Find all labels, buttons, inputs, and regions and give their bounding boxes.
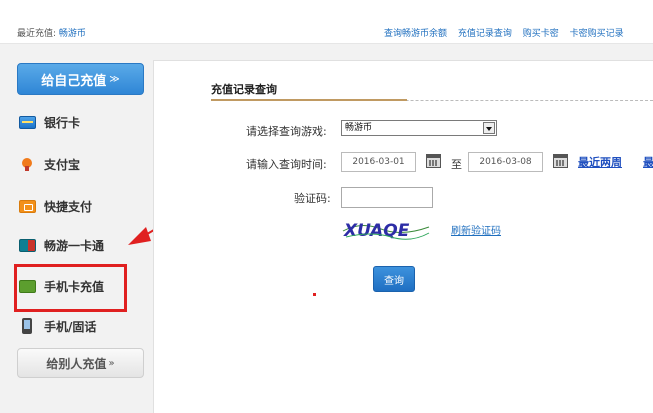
sidebar-item-bank-card[interactable]: 银行卡 bbox=[19, 110, 80, 134]
chevron-right-icon: » bbox=[108, 357, 115, 369]
sidebar-item-phone[interactable]: 手机/固话 bbox=[19, 314, 96, 338]
recharge-self-label: 给自己充值 bbox=[41, 73, 107, 89]
calendar-icon[interactable] bbox=[426, 154, 441, 168]
chevron-down-icon: ≫ bbox=[109, 73, 120, 85]
quick-range-link[interactable]: 最 bbox=[643, 154, 653, 170]
captcha-image[interactable]: XUAQE bbox=[341, 217, 431, 241]
sidebar-item-label: 手机/固话 bbox=[44, 319, 97, 334]
sidebar-item-label: 畅游一卡通 bbox=[44, 238, 105, 253]
link-buy-card[interactable]: 购买卡密 bbox=[523, 29, 559, 39]
recent-recharge-label: 最近充值: bbox=[17, 29, 57, 39]
recharge-self-button[interactable]: 给自己充值 ≫ bbox=[17, 63, 144, 95]
bank-card-icon bbox=[19, 115, 36, 129]
alipay-icon bbox=[19, 157, 36, 171]
query-button[interactable]: 查询 bbox=[373, 266, 415, 292]
recent-recharge-link[interactable]: 畅游币 bbox=[59, 29, 86, 39]
recent-recharge: 最近充值: 畅游币 bbox=[17, 26, 86, 39]
link-recharge-records[interactable]: 充值记录查询 bbox=[458, 29, 512, 39]
red-dot-marker bbox=[313, 293, 316, 296]
sidebar-item-quick-pay[interactable]: 快捷支付 bbox=[19, 194, 92, 218]
title-underline bbox=[211, 99, 407, 101]
link-balance-query[interactable]: 查询畅游币余额 bbox=[384, 29, 447, 39]
sidebar-item-label: 银行卡 bbox=[44, 115, 81, 130]
link-card-purchase-records[interactable]: 卡密购买记录 bbox=[570, 29, 624, 39]
changyou-card-icon bbox=[19, 238, 36, 252]
recharge-others-label: 给别人充值 bbox=[46, 356, 107, 371]
start-date-input[interactable]: 2016-03-01 bbox=[341, 152, 416, 172]
date-separator: 至 bbox=[451, 158, 462, 171]
sidebar-item-label: 快捷支付 bbox=[44, 199, 93, 214]
sidebar-item-alipay[interactable]: 支付宝 bbox=[19, 152, 80, 176]
recharge-others-button[interactable]: 给别人充值» bbox=[17, 348, 144, 378]
captcha-label: 验证码: bbox=[294, 192, 331, 205]
game-select-label: 请选择查询游戏: bbox=[246, 125, 327, 138]
page-title: 充值记录查询 bbox=[211, 83, 277, 96]
top-bar: 最近充值: 畅游币 查询畅游币余额 充值记录查询 购买卡密 卡密购买记录 bbox=[0, 0, 653, 44]
game-select-value: 畅游币 bbox=[345, 123, 373, 133]
game-select[interactable]: 畅游币 bbox=[341, 120, 497, 136]
highlight-box bbox=[14, 264, 127, 312]
phone-icon bbox=[22, 318, 32, 334]
last-two-weeks-link[interactable]: 最近两周 bbox=[578, 154, 622, 170]
refresh-captcha-link[interactable]: 刷新验证码 bbox=[451, 222, 501, 237]
quick-pay-icon bbox=[19, 199, 36, 213]
calendar-icon[interactable] bbox=[553, 154, 568, 168]
time-label: 请输入查询时间: bbox=[246, 158, 327, 171]
chevron-down-icon[interactable] bbox=[483, 122, 495, 134]
top-links: 查询畅游币余额 充值记录查询 购买卡密 卡密购买记录 bbox=[384, 26, 632, 39]
end-date-input[interactable]: 2016-03-08 bbox=[468, 152, 543, 172]
sidebar-item-changyou-card[interactable]: 畅游一卡通 bbox=[19, 233, 104, 257]
captcha-text: XUAQE bbox=[343, 221, 410, 241]
sidebar-item-label: 支付宝 bbox=[44, 157, 81, 172]
captcha-input[interactable] bbox=[341, 187, 433, 208]
